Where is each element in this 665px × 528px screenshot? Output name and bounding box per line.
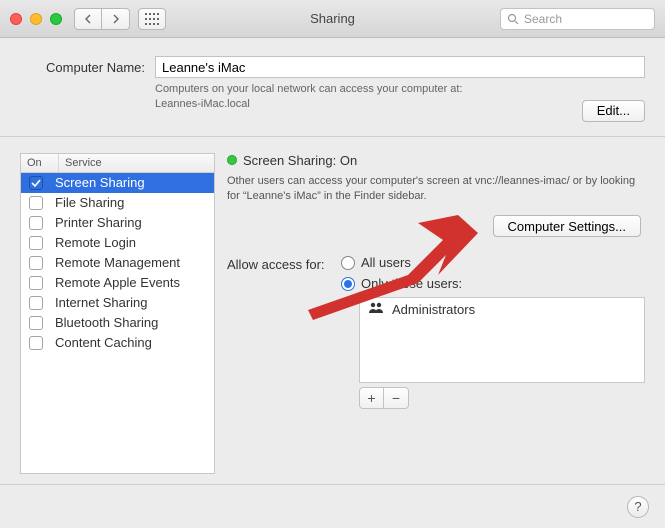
edit-button[interactable]: Edit... xyxy=(582,100,645,122)
window-titlebar: Sharing Search xyxy=(0,0,665,38)
list-item[interactable]: Administrators xyxy=(360,298,644,321)
search-placeholder: Search xyxy=(524,12,562,26)
service-label: File Sharing xyxy=(55,195,124,210)
add-remove-controls: + − xyxy=(359,387,409,409)
service-row[interactable]: Content Caching xyxy=(21,333,214,353)
service-label: Remote Apple Events xyxy=(55,275,180,290)
status-indicator-icon xyxy=(227,155,237,165)
radio-icon xyxy=(341,256,355,270)
remove-button[interactable]: − xyxy=(384,388,408,408)
group-icon xyxy=(368,302,384,317)
service-checkbox[interactable] xyxy=(29,336,43,350)
close-window-button[interactable] xyxy=(10,13,22,25)
check-icon xyxy=(31,178,41,188)
service-label: Content Caching xyxy=(55,335,152,350)
service-checkbox[interactable] xyxy=(29,316,43,330)
show-all-button[interactable] xyxy=(138,8,166,30)
help-button[interactable]: ? xyxy=(627,496,649,518)
grid-icon xyxy=(145,13,159,25)
forward-button[interactable] xyxy=(102,8,130,30)
content-area: Computer Name: Computers on your local n… xyxy=(0,38,665,484)
service-checkbox[interactable] xyxy=(29,176,43,190)
service-label: Remote Login xyxy=(55,235,136,250)
service-checkbox[interactable] xyxy=(29,256,43,270)
detail-panel: Screen Sharing: On Other users can acces… xyxy=(227,153,645,474)
service-label: Bluetooth Sharing xyxy=(55,315,158,330)
service-checkbox[interactable] xyxy=(29,276,43,290)
radio-all-users-label: All users xyxy=(361,255,411,270)
column-service[interactable]: Service xyxy=(59,154,214,172)
computer-settings-button[interactable]: Computer Settings... xyxy=(493,215,642,237)
status-description: Other users can access your computer's s… xyxy=(227,174,645,204)
window-title: Sharing xyxy=(310,11,355,26)
service-row[interactable]: Bluetooth Sharing xyxy=(21,313,214,333)
service-row[interactable]: Internet Sharing xyxy=(21,293,214,313)
services-table: On Service Screen Sharing File Sharing Pri… xyxy=(20,153,215,474)
window-controls xyxy=(10,13,62,25)
chevron-left-icon xyxy=(84,14,92,24)
service-row[interactable]: Screen Sharing xyxy=(21,173,214,193)
services-header: On Service xyxy=(21,154,214,173)
service-label: Printer Sharing xyxy=(55,215,142,230)
status-title: Screen Sharing: On xyxy=(243,153,357,168)
column-on[interactable]: On xyxy=(21,154,59,172)
service-row[interactable]: Remote Login xyxy=(21,233,214,253)
service-checkbox[interactable] xyxy=(29,216,43,230)
footer: ? xyxy=(0,484,665,528)
service-row[interactable]: Remote Apple Events xyxy=(21,273,214,293)
radio-only-these-users[interactable]: Only these users: xyxy=(341,276,645,291)
add-button[interactable]: + xyxy=(360,388,384,408)
chevron-right-icon xyxy=(112,14,120,24)
nav-buttons xyxy=(74,8,130,30)
service-row[interactable]: Remote Management xyxy=(21,253,214,273)
zoom-window-button[interactable] xyxy=(50,13,62,25)
radio-only-users-label: Only these users: xyxy=(361,276,462,291)
service-checkbox[interactable] xyxy=(29,296,43,310)
radio-all-users[interactable]: All users xyxy=(341,255,645,270)
back-button[interactable] xyxy=(74,8,102,30)
radio-icon xyxy=(341,277,355,291)
service-label: Internet Sharing xyxy=(55,295,148,310)
users-list[interactable]: Administrators xyxy=(359,297,645,383)
service-checkbox[interactable] xyxy=(29,196,43,210)
service-label: Remote Management xyxy=(55,255,180,270)
user-label: Administrators xyxy=(392,302,475,317)
service-row[interactable]: File Sharing xyxy=(21,193,214,213)
service-row[interactable]: Printer Sharing xyxy=(21,213,214,233)
search-input[interactable]: Search xyxy=(500,8,655,30)
service-checkbox[interactable] xyxy=(29,236,43,250)
computer-name-input[interactable] xyxy=(155,56,645,78)
minimize-window-button[interactable] xyxy=(30,13,42,25)
computer-name-label: Computer Name: xyxy=(20,56,145,75)
search-icon xyxy=(507,13,519,25)
service-label: Screen Sharing xyxy=(55,175,145,190)
allow-access-label: Allow access for: xyxy=(227,255,331,272)
